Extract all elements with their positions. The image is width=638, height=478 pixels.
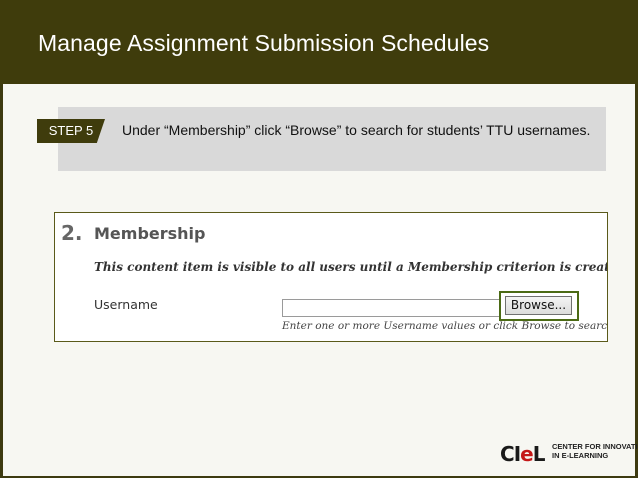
step-badge: STEP 5 — [37, 119, 105, 143]
browse-button[interactable]: Browse... — [505, 296, 572, 315]
section-title: Membership — [94, 224, 206, 243]
slide-title: Manage Assignment Submission Schedules — [38, 30, 490, 56]
username-label: Username — [94, 297, 158, 312]
logo-letter-c: C — [500, 442, 515, 466]
logo-letter-l: L — [532, 442, 546, 466]
username-input[interactable] — [282, 299, 502, 317]
browse-highlight-box: Browse... — [499, 291, 579, 321]
section-number: 2. — [61, 221, 83, 245]
ciel-logo-text: CENTER FOR INNOVATION IN E-LEARNING — [552, 442, 638, 460]
logo-letter-e: e — [520, 442, 534, 466]
logo-line-1: CENTER FOR INNOVATION — [552, 442, 638, 451]
username-hint: Enter one or more Username values or cli… — [282, 320, 608, 332]
membership-screenshot: 2. Membership This content item is visib… — [54, 212, 608, 342]
ciel-logo-mark: CIeL — [500, 442, 546, 466]
membership-info-text: This content item is visible to all user… — [94, 260, 607, 274]
ciel-logo: CIeL CENTER FOR INNOVATION IN E-LEARNING — [500, 440, 638, 466]
logo-line-2: IN E-LEARNING — [552, 451, 609, 460]
step-instruction: Under “Membership” click “Browse” to sea… — [122, 122, 591, 138]
